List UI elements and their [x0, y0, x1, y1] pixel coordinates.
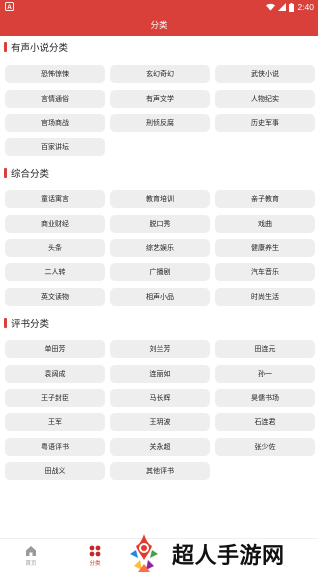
category-chip[interactable]: 商业财经: [5, 215, 105, 233]
superman-logo-icon: [130, 534, 158, 572]
category-chip[interactable]: 有声文学: [110, 90, 210, 108]
category-chip[interactable]: 马长辉: [110, 389, 210, 407]
category-chip[interactable]: 人物纪实: [215, 90, 315, 108]
section-title-label: 评书分类: [11, 319, 50, 330]
section-accent-bar: [4, 42, 7, 52]
category-chip[interactable]: 单田芳: [5, 340, 105, 358]
category-chip[interactable]: 脱口秀: [110, 215, 210, 233]
category-chip[interactable]: 其他评书: [110, 462, 210, 480]
category-chip[interactable]: 孙一: [215, 365, 315, 383]
section-title-label: 综合分类: [11, 169, 50, 180]
status-bar: A 2:40: [0, 0, 318, 14]
nav-item-category[interactable]: 分类: [75, 545, 115, 575]
status-time: 2:40: [297, 2, 314, 12]
category-chip[interactable]: 关永超: [110, 438, 210, 456]
section-title: 综合分类: [4, 166, 49, 180]
category-chip[interactable]: 童话寓言: [5, 190, 105, 208]
section-accent-bar: [4, 318, 7, 328]
category-chip[interactable]: 戏曲: [215, 215, 315, 233]
category-chip[interactable]: 王玥波: [110, 413, 210, 431]
svg-text:A: A: [7, 4, 12, 11]
app-header: 分类: [0, 14, 318, 36]
category-chip[interactable]: 粤语评书: [5, 438, 105, 456]
category-chip[interactable]: 玄幻奇幻: [110, 65, 210, 83]
category-chip[interactable]: 田连元: [215, 340, 315, 358]
category-chip[interactable]: 石连君: [215, 413, 315, 431]
nav-label: 分类: [89, 561, 101, 567]
category-chip[interactable]: 汽车音乐: [215, 263, 315, 281]
category-chip[interactable]: 头条: [5, 239, 105, 257]
category-chip[interactable]: 相声小品: [110, 288, 210, 306]
nav-label: 首页: [25, 561, 37, 567]
app-notification-icon: A: [5, 2, 14, 11]
category-chip[interactable]: 恐怖惊悚: [5, 65, 105, 83]
nav-item-home[interactable]: 首页: [11, 545, 51, 575]
category-chip[interactable]: 王军: [5, 413, 105, 431]
category-chip[interactable]: 二人转: [5, 263, 105, 281]
category-chip[interactable]: 袁阔成: [5, 365, 105, 383]
category-chip[interactable]: 百家讲坛: [5, 138, 105, 156]
category-chip[interactable]: 综艺娱乐: [110, 239, 210, 257]
category-chip[interactable]: 时尚生活: [215, 288, 315, 306]
category-chip[interactable]: 言情通俗: [5, 90, 105, 108]
category-chip[interactable]: 广播剧: [110, 263, 210, 281]
category-chip[interactable]: 历史军事: [215, 114, 315, 132]
category-chip[interactable]: 刑侦反腐: [110, 114, 210, 132]
section-title-label: 有声小说分类: [11, 43, 69, 54]
category-chip[interactable]: 张少佐: [215, 438, 315, 456]
category-chip[interactable]: 刘兰芳: [110, 340, 210, 358]
page-title: 分类: [150, 21, 168, 31]
category-chip[interactable]: 英文读物: [5, 288, 105, 306]
category-chip[interactable]: 连丽如: [110, 365, 210, 383]
category-chip[interactable]: 官场商战: [5, 114, 105, 132]
category-chip[interactable]: 田战义: [5, 462, 105, 480]
watermark: 超人手游网: [120, 530, 318, 578]
category-chip[interactable]: 王子封臣: [5, 389, 105, 407]
category-chip[interactable]: 健康养生: [215, 239, 315, 257]
category-chip[interactable]: 教育培训: [110, 190, 210, 208]
signal-icon: [278, 3, 287, 11]
section-accent-bar: [4, 168, 7, 178]
wifi-icon: [266, 3, 276, 11]
section-title: 评书分类: [4, 316, 49, 330]
category-icon: [89, 545, 101, 557]
category-chip[interactable]: 武侠小说: [215, 65, 315, 83]
section-title: 有声小说分类: [4, 40, 68, 54]
watermark-text: 超人手游网: [172, 544, 285, 569]
home-icon: [26, 546, 36, 556]
category-chip[interactable]: 昊儒书场: [215, 389, 315, 407]
category-chip[interactable]: 亲子教育: [215, 190, 315, 208]
battery-icon: [289, 2, 295, 12]
